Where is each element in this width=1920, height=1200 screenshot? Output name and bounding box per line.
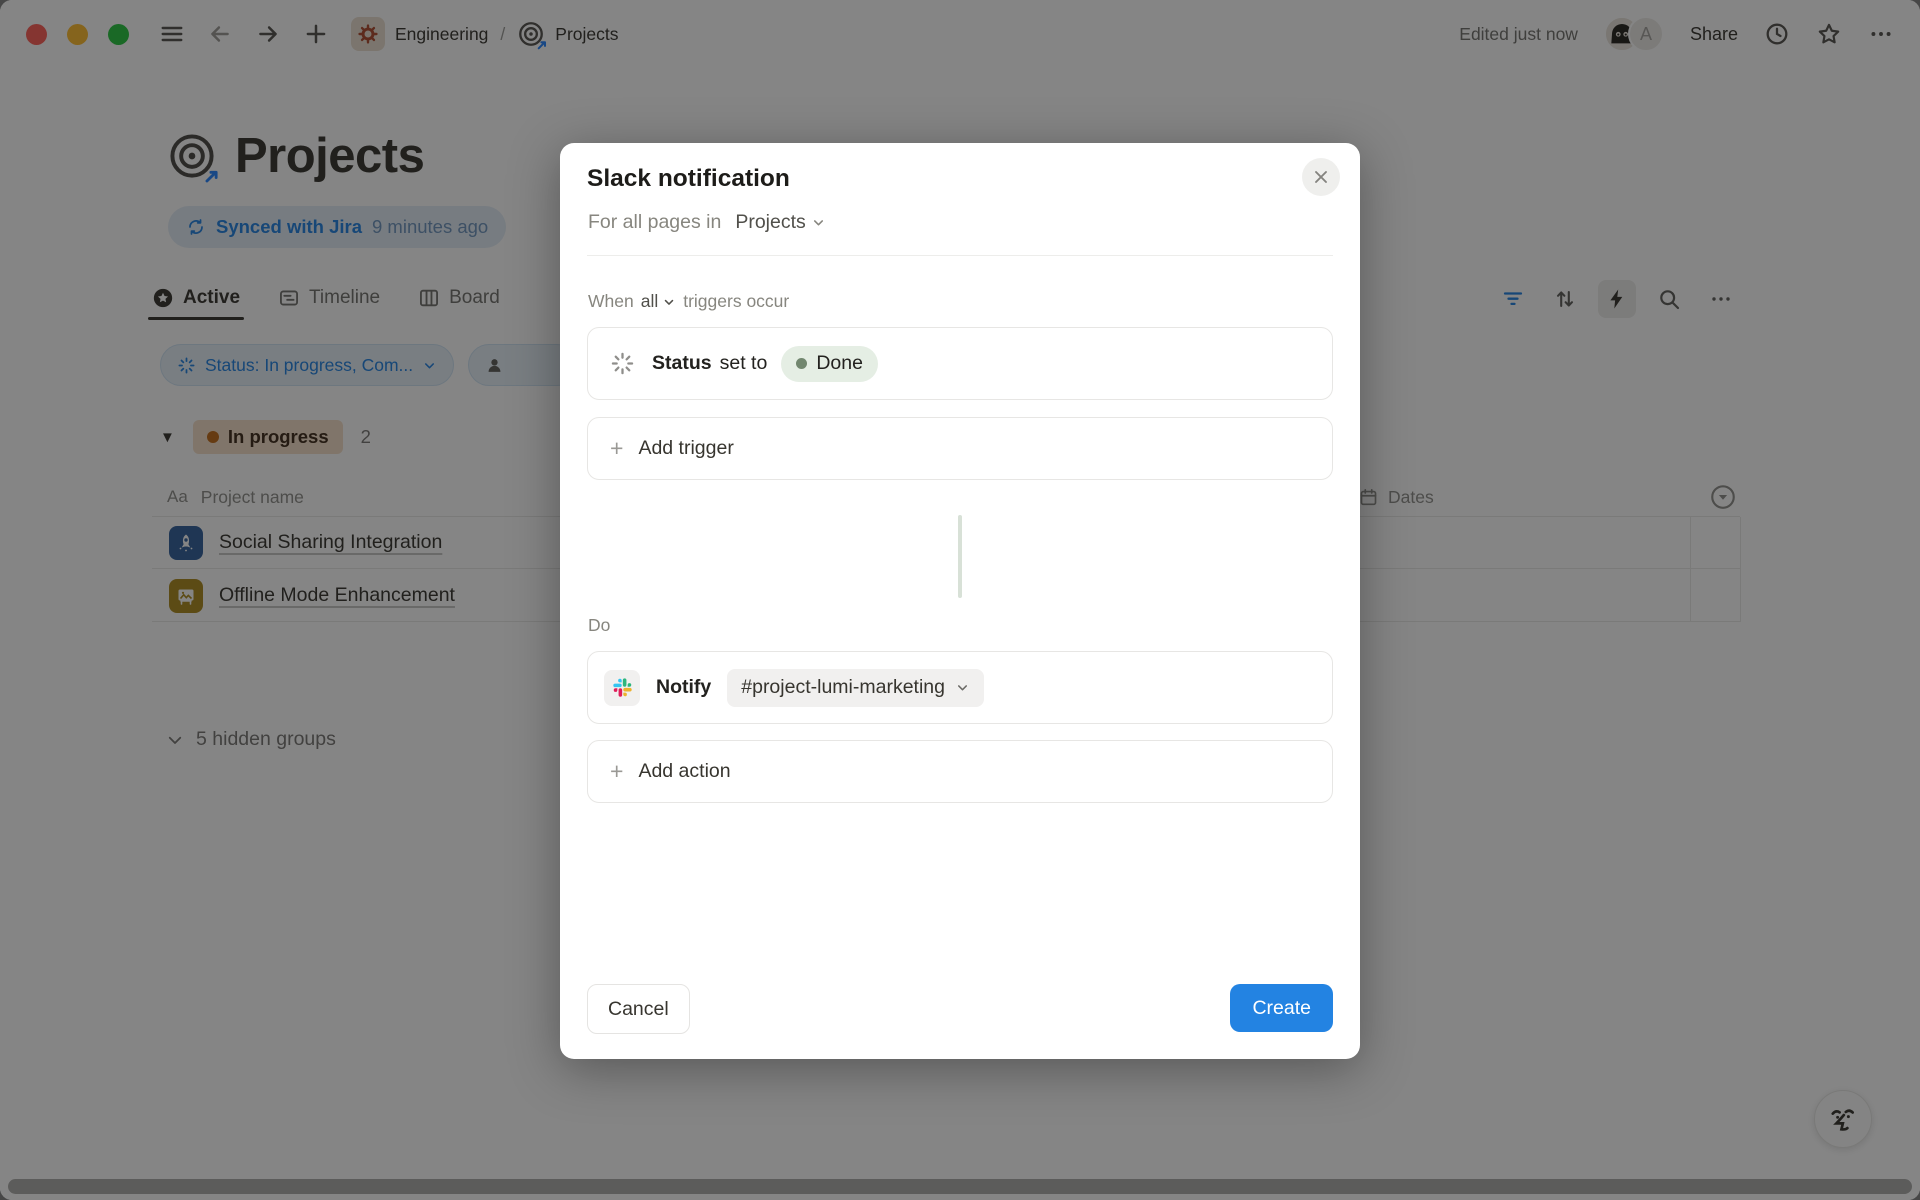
when-mode-dropdown[interactable]: all <box>641 291 677 312</box>
create-button[interactable]: Create <box>1230 984 1333 1032</box>
when-row: When all triggers occur <box>588 291 789 312</box>
app-window: Engineering / Projects Edited just now A <box>0 0 1920 1200</box>
chevron-down-icon <box>811 215 826 230</box>
trigger-card[interactable]: Status set to Done <box>587 327 1333 400</box>
modal-scope-row: For all pages in Projects <box>588 211 826 234</box>
scope-dropdown[interactable]: Projects <box>735 211 825 234</box>
slack-notification-modal: Slack notification For all pages in Proj… <box>560 143 1360 1059</box>
action-card[interactable]: Notify #project-lumi-marketing <box>587 651 1333 724</box>
plus-icon: + <box>610 437 623 460</box>
status-property-icon <box>610 351 635 376</box>
scope-prefix: For all pages in <box>588 211 721 234</box>
add-action-button[interactable]: + Add action <box>587 740 1333 803</box>
add-action-label: Add action <box>638 760 730 783</box>
done-status-pill[interactable]: Done <box>781 346 878 382</box>
modal-divider <box>587 255 1333 256</box>
flow-connector-line <box>958 515 962 598</box>
scope-value: Projects <box>735 211 805 234</box>
done-label: Done <box>816 352 863 375</box>
when-prefix: When <box>588 291 634 312</box>
modal-title: Slack notification <box>587 165 790 193</box>
trigger-property: Status <box>652 352 712 375</box>
when-mode: all <box>641 291 659 312</box>
plus-icon: + <box>610 760 623 783</box>
chevron-down-icon <box>662 295 676 309</box>
cancel-button[interactable]: Cancel <box>587 984 690 1034</box>
add-trigger-label: Add trigger <box>638 437 733 460</box>
chevron-down-icon <box>955 680 970 695</box>
channel-dropdown[interactable]: #project-lumi-marketing <box>727 669 984 707</box>
close-icon[interactable] <box>1302 158 1340 196</box>
channel-name: #project-lumi-marketing <box>741 676 945 699</box>
trigger-verb: set to <box>720 352 768 375</box>
slack-icon <box>604 670 640 706</box>
action-verb: Notify <box>656 676 711 699</box>
do-label: Do <box>588 615 610 636</box>
add-trigger-button[interactable]: + Add trigger <box>587 417 1333 480</box>
when-suffix: triggers occur <box>683 291 789 312</box>
status-dot-icon <box>796 358 807 369</box>
